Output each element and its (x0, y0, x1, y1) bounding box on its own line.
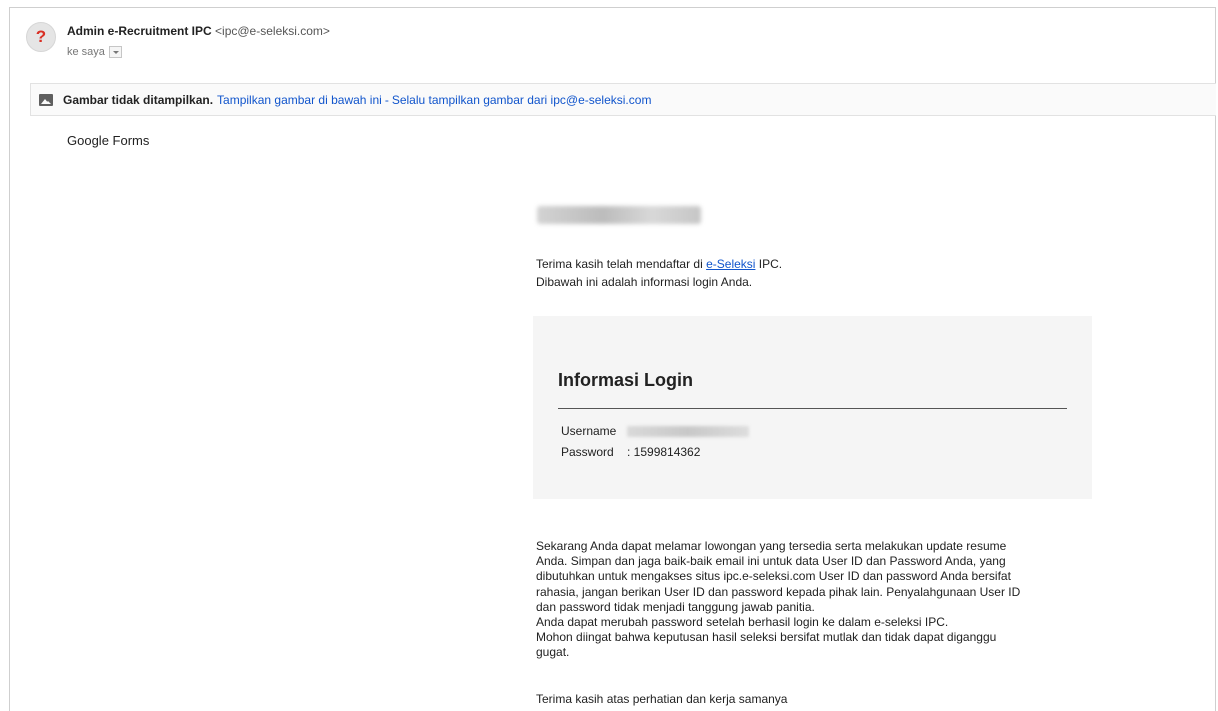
message-body: Sekarang Anda dapat melamar lowongan yan… (536, 539, 1102, 661)
greeting-redacted (537, 206, 701, 224)
show-images-link[interactable]: Tampilkan gambar di bawah ini (217, 93, 382, 107)
body-line: Sekarang Anda dapat melamar lowongan yan… (536, 539, 1007, 553)
recipient-line: ke saya (67, 46, 122, 58)
intro-prefix: Terima kasih telah mendaftar di (536, 257, 707, 271)
image-icon (39, 93, 53, 106)
body-line: Mohon diingat bahwa keputusan hasil sele… (536, 630, 997, 645)
intro-suffix: IPC. (755, 257, 783, 271)
body-line: rahasia, jangan berikan User ID dan pass… (536, 584, 1021, 599)
intro-line-1: Terima kasih telah mendaftar di e-Seleks… (536, 255, 782, 273)
body-line: dan password tidak menjadi tanggung jawa… (536, 599, 815, 614)
intro-line-2: Dibawah ini adalah informasi login Anda. (536, 275, 753, 289)
images-link-separator: - (384, 92, 389, 107)
intro-text: Terima kasih telah mendaftar di e-Seleks… (536, 255, 782, 291)
login-info-box: Informasi Login Username Password : 1599… (533, 316, 1092, 499)
body-line: dibutuhkan untuk mengakses situs ipc.e-s… (536, 569, 1011, 584)
password-label: Password (561, 445, 614, 459)
e-seleksi-link[interactable]: e-Seleksi (706, 257, 755, 271)
body-line: Anda dapat merubah password setelah berh… (536, 615, 949, 630)
unknown-sender-icon[interactable]: ? (26, 22, 56, 52)
images-hidden-bar: Gambar tidak ditampilkan. Tampilkan gamb… (30, 83, 1216, 116)
username-label: Username (561, 424, 617, 438)
login-title: Informasi Login (558, 370, 693, 390)
login-divider (558, 408, 1067, 409)
sender-line: Admin e-Recruitment IPC <ipc@e-seleksi.c… (67, 24, 330, 38)
body-line: gugat. (536, 645, 570, 660)
username-row: Username (561, 424, 749, 438)
password-row: Password : 1599814362 (561, 445, 700, 459)
sender-name[interactable]: Admin e-Recruitment IPC (67, 24, 212, 38)
dropdown-arrow-icon[interactable] (108, 46, 122, 58)
recipient-label: ke saya (67, 46, 105, 58)
body-line: Anda. Simpan dan jaga baik-baik email in… (536, 554, 1006, 569)
closing-line: Terima kasih atas perhatian dan kerja sa… (536, 692, 788, 706)
always-show-images-link[interactable]: Selalu tampilkan gambar dari ipc@e-selek… (392, 93, 652, 107)
password-value: : 1599814362 (627, 445, 701, 459)
username-value-redacted (627, 425, 749, 437)
sender-email: <ipc@e-seleksi.com> (215, 24, 330, 38)
google-forms-label: Google Forms (67, 133, 150, 148)
images-hidden-notice: Gambar tidak ditampilkan. (63, 92, 214, 107)
